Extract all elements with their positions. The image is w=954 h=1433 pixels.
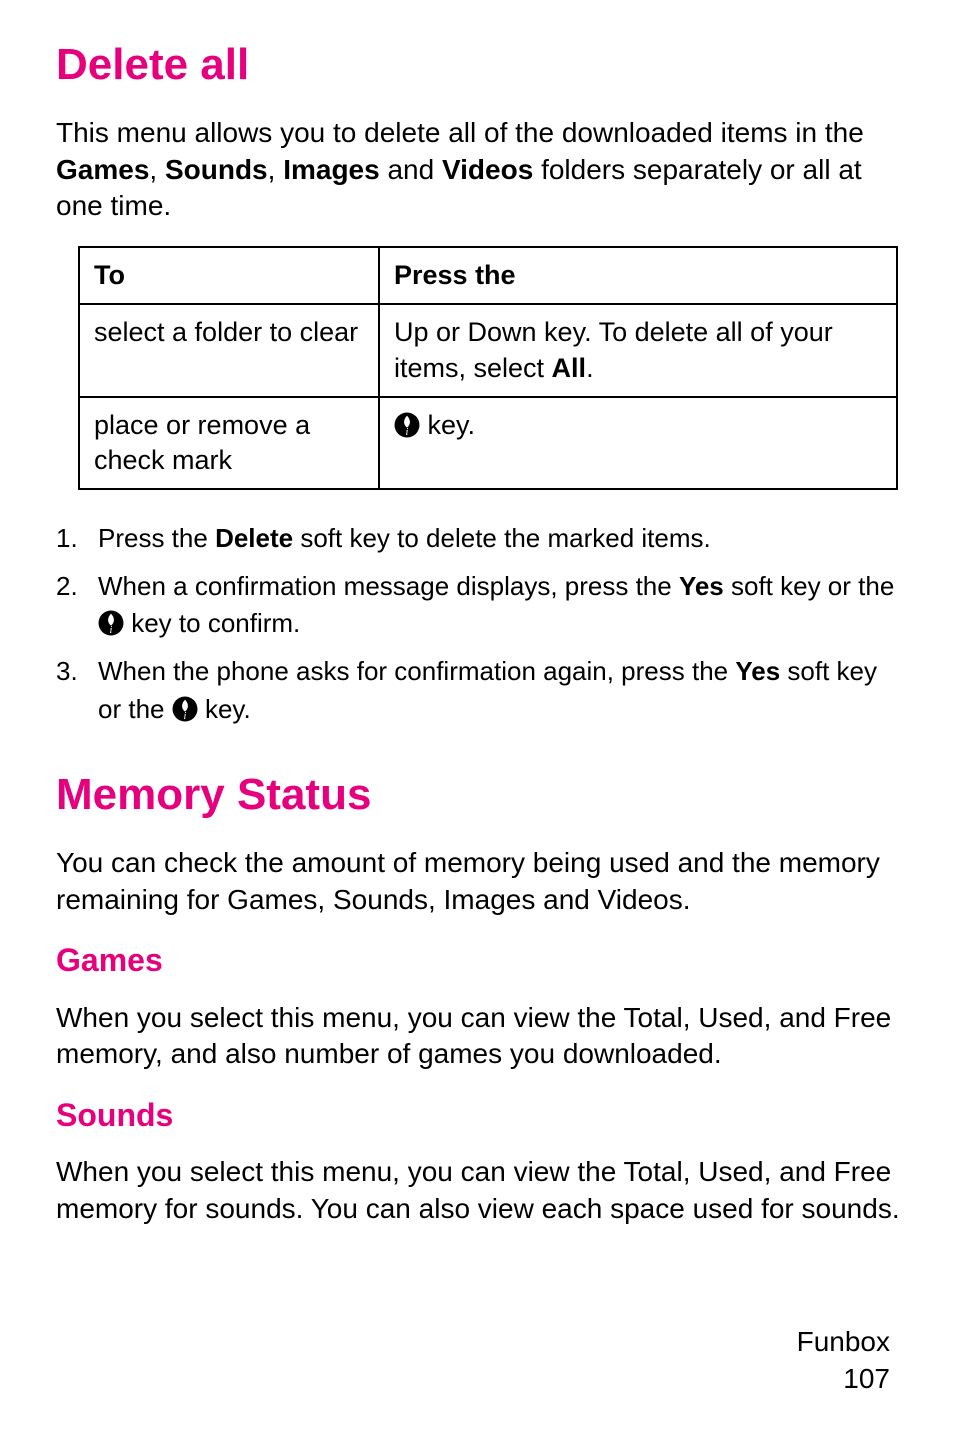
- table-cell-press: i key.: [379, 397, 897, 489]
- text-fragment: ,: [149, 154, 165, 185]
- table-row: place or remove a check mark i key.: [79, 397, 897, 489]
- svg-text:i: i: [183, 710, 186, 721]
- table-cell-to: select a folder to clear: [79, 304, 379, 396]
- i-key-icon: i: [98, 610, 124, 636]
- table-cell-to: place or remove a check mark: [79, 397, 379, 489]
- instruction-table: To Press the select a folder to clear Up…: [78, 246, 898, 489]
- table-header-to: To: [79, 247, 379, 304]
- page-number: 107: [797, 1361, 890, 1397]
- text-fragment: When a confirmation message displays, pr…: [98, 571, 679, 601]
- list-item: Press the Delete soft key to delete the …: [56, 520, 906, 558]
- heading-memory-status: Memory Status: [56, 766, 906, 823]
- svg-text:i: i: [110, 625, 113, 636]
- text-fragment: key to confirm.: [124, 608, 300, 638]
- text-fragment: key.: [420, 410, 475, 440]
- numbered-steps: Press the Delete soft key to delete the …: [56, 520, 906, 728]
- text-bold-videos: Videos: [442, 154, 533, 185]
- subheading-games: Games: [56, 940, 906, 982]
- text-fragment: key.: [198, 694, 251, 724]
- i-key-icon: i: [172, 696, 198, 722]
- text-fragment: Up or Down key. To delete all of your it…: [394, 317, 833, 382]
- text-sounds: When you select this menu, you can view …: [56, 1154, 906, 1227]
- table-row: select a folder to clear Up or Down key.…: [79, 304, 897, 396]
- table-cell-press: Up or Down key. To delete all of your it…: [379, 304, 897, 396]
- text-bold-delete: Delete: [215, 523, 293, 553]
- text-fragment: ,: [268, 154, 284, 185]
- text-fragment: .: [586, 353, 594, 383]
- footer-label: Funbox: [797, 1324, 890, 1360]
- text-bold-yes: Yes: [735, 656, 780, 686]
- list-item: When the phone asks for confirmation aga…: [56, 653, 906, 728]
- intro-delete-all: This menu allows you to delete all of th…: [56, 115, 906, 224]
- text-fragment: soft key to delete the marked items.: [293, 523, 711, 553]
- i-key-icon: i: [394, 412, 420, 438]
- text-bold-all: All: [552, 353, 587, 383]
- svg-text:i: i: [406, 427, 409, 438]
- text-fragment: and: [380, 154, 442, 185]
- text-fragment: When the phone asks for confirmation aga…: [98, 656, 735, 686]
- table-header-row: To Press the: [79, 247, 897, 304]
- text-bold-yes: Yes: [679, 571, 724, 601]
- table-header-press: Press the: [379, 247, 897, 304]
- subheading-sounds: Sounds: [56, 1095, 906, 1137]
- heading-delete-all: Delete all: [56, 36, 906, 93]
- text-fragment: This menu allows you to delete all of th…: [56, 117, 864, 148]
- text-bold-images: Images: [283, 154, 380, 185]
- text-fragment: soft key or the: [724, 571, 895, 601]
- text-bold-games: Games: [56, 154, 149, 185]
- intro-memory-status: You can check the amount of memory being…: [56, 845, 906, 918]
- list-item: When a confirmation message displays, pr…: [56, 568, 906, 643]
- text-fragment: Press the: [98, 523, 215, 553]
- text-games: When you select this menu, you can view …: [56, 1000, 906, 1073]
- text-bold-sounds: Sounds: [165, 154, 268, 185]
- page-footer: Funbox 107: [797, 1324, 890, 1397]
